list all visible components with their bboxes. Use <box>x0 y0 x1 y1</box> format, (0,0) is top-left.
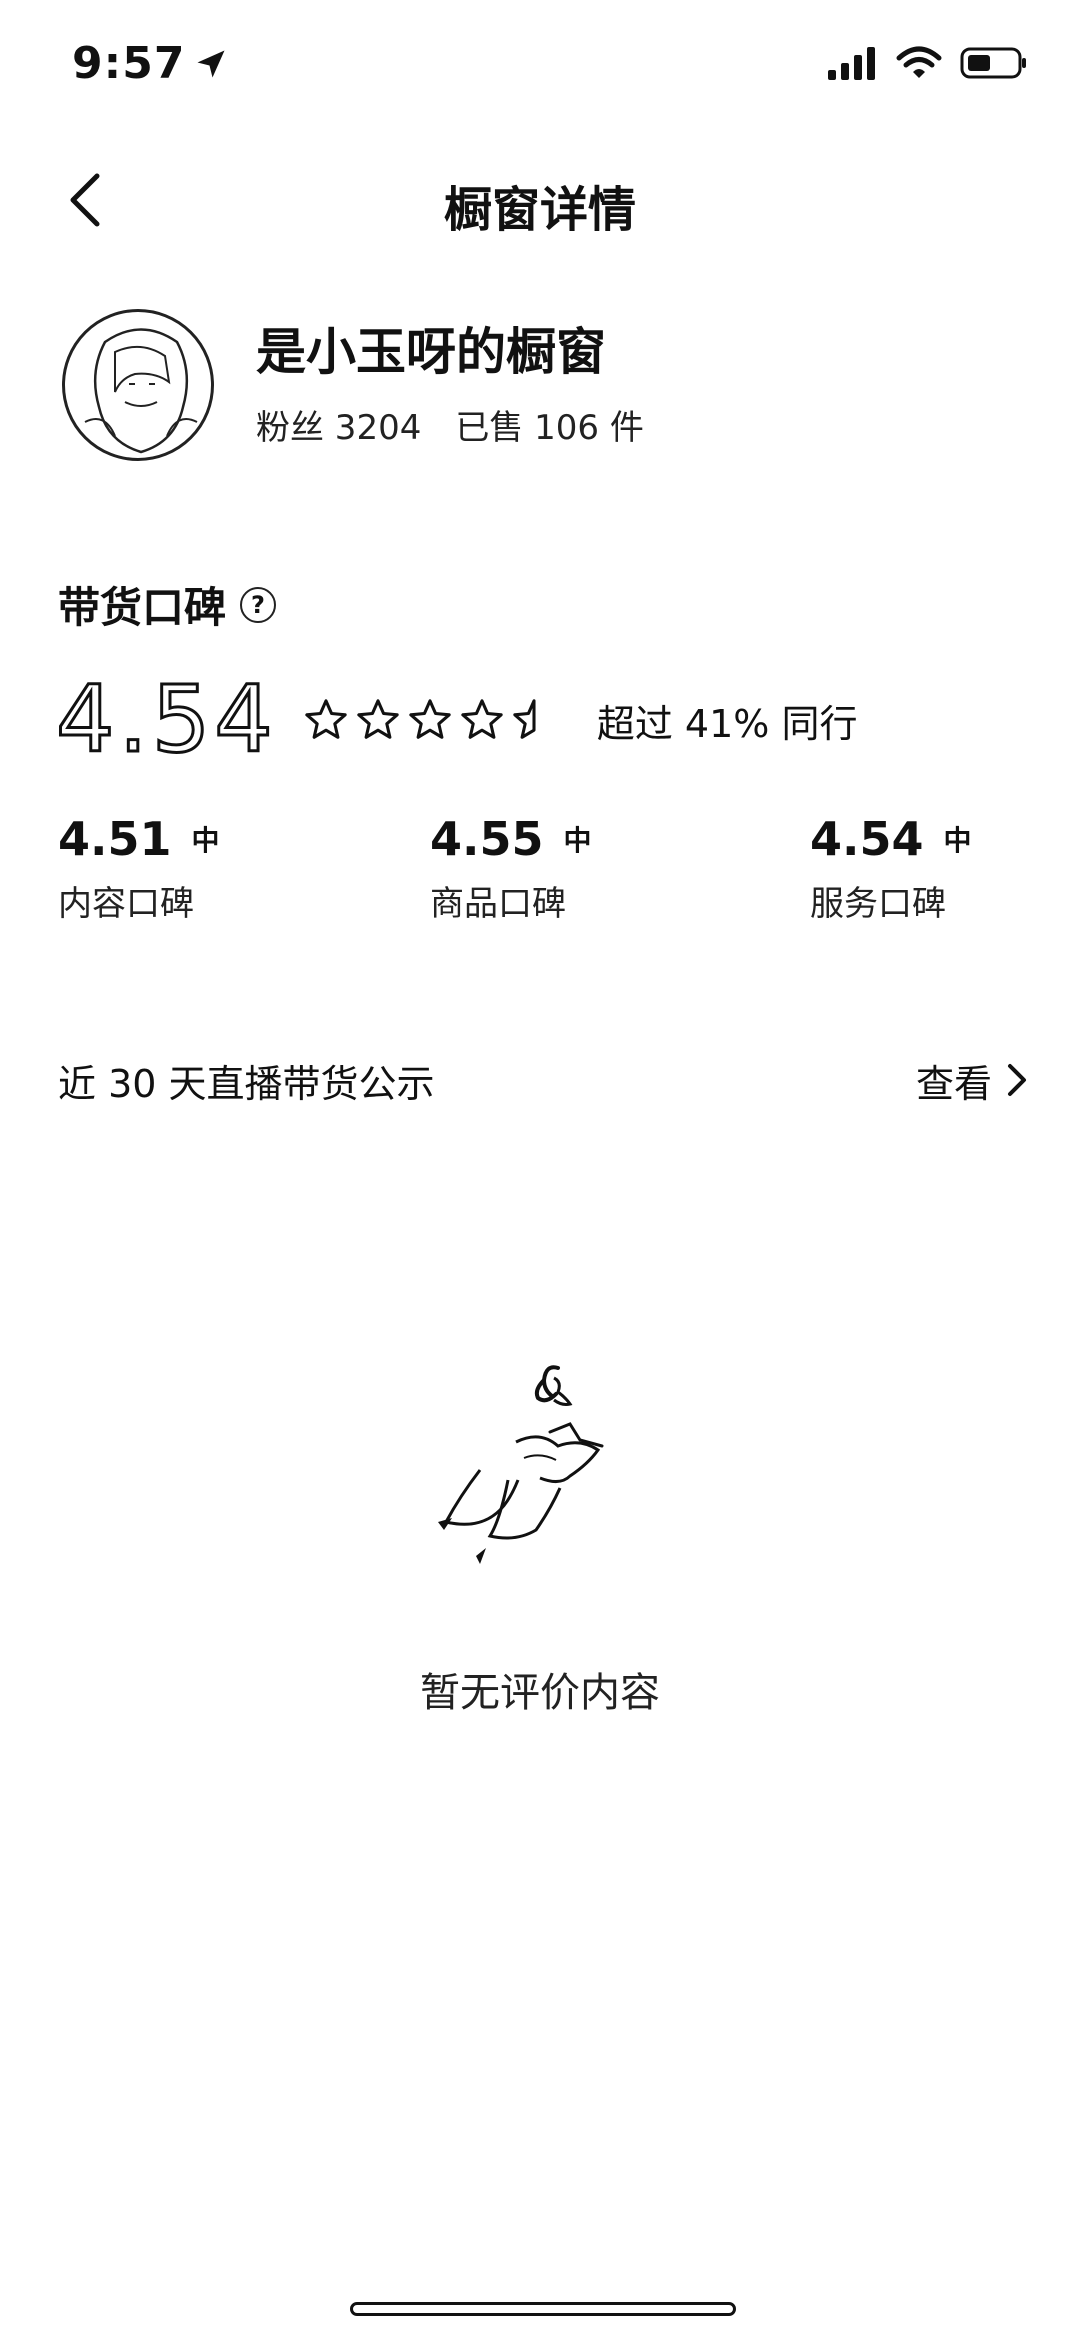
help-icon[interactable]: ? <box>240 586 277 623</box>
shop-info: 是小玉呀的橱窗 粉丝 3204 已售 106 件 <box>256 322 644 449</box>
battery-icon <box>960 47 1026 79</box>
sub-score-level: 中 <box>191 824 220 857</box>
location-arrow-icon <box>197 50 225 77</box>
status-icons <box>828 46 1028 80</box>
star-rating <box>303 697 557 743</box>
view-link[interactable]: 查看 <box>916 1053 1028 1108</box>
sub-score-value-row: 4.51 中 <box>58 812 220 866</box>
beats-peers-text: 超过 41% 同行 <box>596 701 858 746</box>
nav-bar: 橱窗详情 <box>0 150 1080 250</box>
chevron-right-icon <box>1008 1064 1026 1096</box>
avatar-portrait-icon <box>84 328 198 454</box>
fans-count: 粉丝 3204 <box>256 407 422 448</box>
sub-score-label: 内容口碑 <box>58 884 194 924</box>
empty-state-text: 暂无评价内容 <box>420 1670 660 1716</box>
status-time-wrap: 9:57 <box>72 38 229 89</box>
avatar[interactable] <box>62 309 214 461</box>
home-indicator[interactable] <box>350 2302 736 2316</box>
sub-score-product: 4.55 中 商品口碑 <box>430 812 592 925</box>
star-icon <box>409 699 451 739</box>
sub-score-value: 4.55 <box>430 812 544 866</box>
signal-icon <box>828 47 875 80</box>
score-row: 4.54 超过 41% 同行 <box>55 666 858 773</box>
sub-score-content: 4.51 中 内容口碑 <box>58 812 220 925</box>
reputation-title: 带货口碑 <box>58 583 227 632</box>
star-icon <box>357 699 399 739</box>
sub-score-level: 中 <box>943 824 972 857</box>
live-disclosure-row[interactable]: 近 30 天直播带货公示 查看 <box>58 1050 1028 1110</box>
live-disclosure-title: 近 30 天直播带货公示 <box>58 1061 435 1106</box>
sub-score-service: 4.54 中 服务口碑 <box>810 812 972 925</box>
empty-state-illustration <box>438 1365 604 1564</box>
sub-score-value-row: 4.55 中 <box>430 812 592 866</box>
wifi-icon <box>896 46 942 78</box>
shop-stats: 粉丝 3204 已售 106 件 <box>256 400 644 449</box>
overall-score: 4.54 <box>55 666 277 773</box>
sold-count: 已售 106 件 <box>455 407 644 448</box>
sub-score-value: 4.54 <box>810 812 924 866</box>
shop-name: 是小玉呀的橱窗 <box>256 322 606 381</box>
sub-score-label: 服务口碑 <box>810 884 946 924</box>
page-title: 橱窗详情 <box>443 182 636 238</box>
half-star-icon <box>513 699 536 739</box>
sub-score-value: 4.51 <box>58 812 172 866</box>
status-bar: 9:57 <box>0 0 1080 140</box>
sub-score-value-row: 4.54 中 <box>810 812 972 866</box>
sub-score-level: 中 <box>563 824 592 857</box>
sub-scores: 4.51 中 内容口碑 4.55 中 商品口碑 4.54 中 服务口碑 <box>58 812 1038 932</box>
status-time: 9:57 <box>72 38 186 89</box>
view-label: 查看 <box>915 1061 992 1106</box>
reputation-header: 带货口碑 ? <box>58 574 277 635</box>
sub-score-label: 商品口碑 <box>430 884 566 924</box>
shop-header: 是小玉呀的橱窗 粉丝 3204 已售 106 件 <box>62 305 644 465</box>
star-icon <box>305 699 347 739</box>
star-icon <box>461 699 503 739</box>
